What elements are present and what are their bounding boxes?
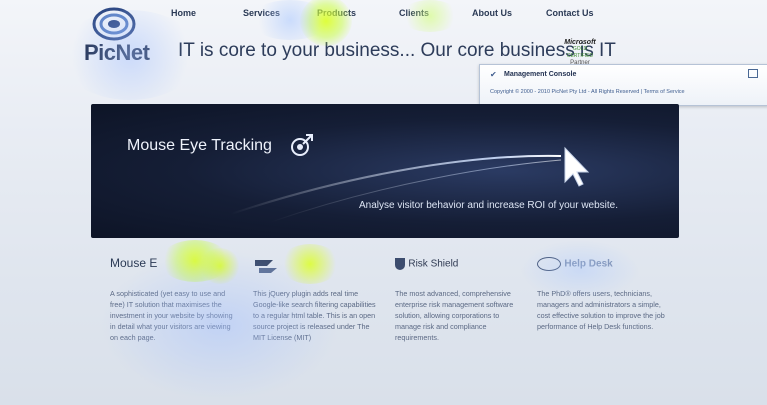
product-column-mouse-eye: Mouse E A sophisticated (yet easy to use… [110,256,240,343]
phd-badge-icon [537,256,561,271]
column-description: This jQuery plugin adds real time Google… [253,289,376,342]
nav-services-link[interactable]: Services [243,8,280,18]
checkmark-icon: ✔ [490,70,497,79]
column-description: A sophisticated (yet easy to use and fre… [110,289,233,342]
eye-target-icon [291,134,313,156]
hero-subtitle: Analyse visitor behavior and increase RO… [359,200,619,211]
column-description: The PhD® offers users, technicians, mana… [537,289,665,331]
product-column-risk-shield: Risk Shield The most advanced, comprehen… [395,256,525,343]
column-heading[interactable]: Mouse E [110,256,240,276]
nav-home-link[interactable]: Home [171,8,196,18]
hero-swoosh-graphic [230,146,590,223]
logo-text: PicNet [84,40,150,65]
window-maximize-icon[interactable] [748,69,758,78]
help-desk-logo-text: Help Desk [564,258,613,270]
hero-banner: Mouse Eye Tracking Analyse visitor behav… [91,104,679,238]
picnet-logo[interactable]: PicNet [78,6,158,65]
shield-icon [395,257,405,270]
product-column-help-desk: Help Desk The PhD® offers users, technic… [537,256,667,332]
console-title[interactable]: Management Console [504,71,576,78]
column-heading[interactable]: Help Desk [537,256,667,276]
nav-clients-link[interactable]: Clients [399,8,429,18]
management-console-panel: ✔ Management Console Copyright © 2000 - … [479,64,767,106]
cursor-arrow-icon [564,146,590,187]
nav-about-link[interactable]: About Us [472,8,512,18]
column-description: The most advanced, comprehensive enterpr… [395,289,514,342]
nav-contact-link[interactable]: Contact Us [546,8,594,18]
microsoft-partner-badge: Microsoft GOLD CERTIFIED Partner [560,39,600,66]
badge-brand: Microsoft [564,39,596,46]
console-footer: Copyright © 2000 - 2010 PicNet Pty Ltd -… [490,89,685,95]
copyright-text: Copyright © 2000 - 2010 PicNet Pty Ltd -… [490,89,640,95]
column-heading[interactable] [253,256,383,276]
product-column-jquery-filter: This jQuery plugin adds real time Google… [253,256,383,343]
filter-logo-icon [255,260,277,273]
column-heading[interactable]: Risk Shield [395,256,525,276]
hero-title: Mouse Eye Tracking [127,137,272,154]
terms-link[interactable]: Terms of Service [644,89,685,95]
tagline: IT is core to your business... Our core … [178,40,616,61]
risk-shield-logo-text: Risk Shield [408,258,459,270]
nav-products-link[interactable]: Products [317,8,356,18]
badge-line1: GOLD CERTIFIED [566,46,594,59]
